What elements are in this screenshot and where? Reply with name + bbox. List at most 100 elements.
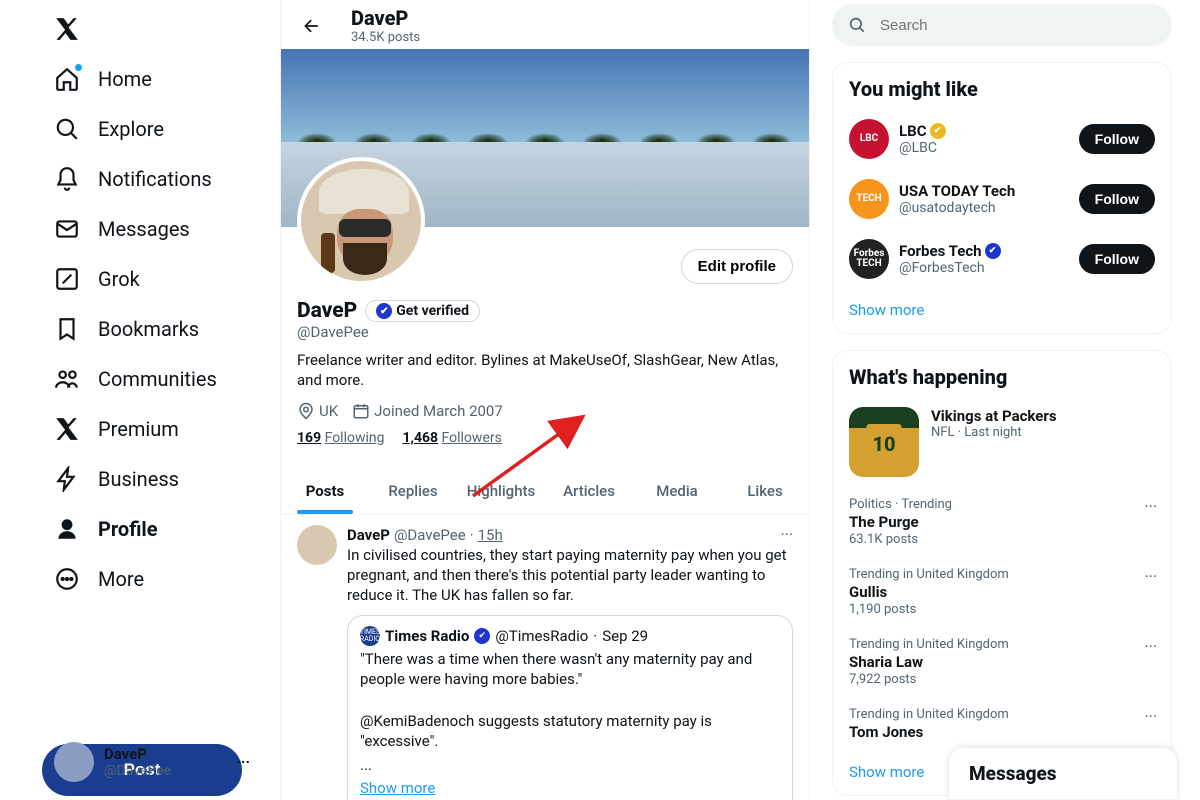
trend-item[interactable]: Trending in United KingdomTom Jones··· (833, 697, 1171, 751)
primary-nav: HomeExploreNotificationsMessagesGrokBook… (42, 54, 272, 732)
home-icon (54, 66, 80, 92)
tab-replies[interactable]: Replies (369, 468, 457, 514)
trend-title: Tom Jones (849, 723, 1155, 741)
nav-messages[interactable]: Messages (42, 204, 202, 254)
tab-posts[interactable]: Posts (281, 468, 369, 514)
nav-home[interactable]: Home (42, 54, 164, 104)
messages-drawer[interactable]: Messages (948, 747, 1178, 800)
person-icon (54, 516, 80, 542)
happening-title: What's happening (833, 361, 1171, 397)
profile-name: DaveP (297, 299, 357, 323)
suggestion-name: LBC ✔ (899, 122, 1069, 140)
suggestion-item[interactable]: TECH USA TODAY Tech @usatodaytech Follow (833, 169, 1171, 229)
suggestions-title: You might like (833, 73, 1171, 109)
avatar (54, 742, 94, 782)
nav-bookmarks[interactable]: Bookmarks (42, 304, 211, 354)
verified-icon: ✔ (985, 243, 1001, 259)
tab-media[interactable]: Media (633, 468, 721, 514)
trend-item[interactable]: Politics · TrendingThe Purge63.1K posts·… (833, 487, 1171, 557)
followers-link[interactable]: 1,468 Followers (402, 430, 501, 446)
quoted-author[interactable]: Times Radio (385, 627, 469, 645)
suggestion-item[interactable]: Forbes TECHForbes Tech ✔@ForbesTechFollo… (833, 229, 1171, 289)
tab-likes[interactable]: Likes (721, 468, 809, 514)
trend-more-button[interactable]: ··· (1144, 567, 1157, 586)
quoted-tweet[interactable]: TIMES RADIO Times Radio ✔ @TimesRadio · … (347, 615, 793, 800)
trend-category: Trending in United Kingdom (849, 707, 1155, 722)
quoted-date[interactable]: Sep 29 (602, 627, 648, 645)
trend-more-button[interactable]: ··· (1144, 707, 1157, 726)
edit-profile-button[interactable]: Edit profile (681, 249, 793, 284)
trend-category: Politics · Trending (849, 497, 1155, 512)
bookmark-icon (54, 316, 80, 342)
x-icon (54, 416, 80, 442)
suggestion-avatar: TECH (849, 179, 889, 219)
more-icon[interactable]: ··· (236, 753, 250, 771)
show-more-link[interactable]: Show more (360, 779, 435, 797)
search-input[interactable] (880, 17, 1156, 34)
tweet-more-button[interactable]: ··· (780, 525, 793, 544)
grok-icon (54, 266, 80, 292)
nav-explore[interactable]: Explore (42, 104, 176, 154)
nav-more[interactable]: More (42, 554, 156, 604)
more-icon (54, 566, 80, 592)
search-icon (848, 16, 866, 34)
nav-notifications[interactable]: Notifications (42, 154, 224, 204)
tweet[interactable]: DaveP @DavePee · 15h ··· In civilised co… (281, 515, 809, 800)
trend-more-button[interactable]: ··· (1144, 637, 1157, 656)
nav-communities[interactable]: Communities (42, 354, 229, 404)
hero-image (849, 407, 919, 477)
x-logo[interactable] (42, 4, 92, 54)
tweet-author[interactable]: DaveP (347, 526, 390, 544)
trend-item[interactable]: Trending in United KingdomGullis1,190 po… (833, 557, 1171, 627)
suggestion-handle: @usatodaytech (899, 200, 1069, 216)
verified-icon: ✔ (376, 303, 392, 319)
profile-topbar: DaveP 34.5K posts (281, 0, 809, 49)
suggestions-show-more[interactable]: Show more (833, 289, 1171, 331)
nav-business[interactable]: Business (42, 454, 191, 504)
suggestion-avatar: LBC (849, 119, 889, 159)
suggestion-handle: @ForbesTech (899, 260, 1069, 276)
trend-more-button[interactable]: ··· (1144, 497, 1157, 516)
trend-title: Gullis (849, 583, 1155, 601)
nav-premium[interactable]: Premium (42, 404, 191, 454)
profile-avatar[interactable] (297, 157, 425, 285)
trend-item[interactable]: Trending in United KingdomSharia Law7,92… (833, 627, 1171, 697)
profile-bio: Freelance writer and editor. Bylines at … (297, 351, 793, 390)
search-icon (54, 116, 80, 142)
verified-icon: ✔ (474, 628, 490, 644)
suggestion-name: USA TODAY Tech (899, 182, 1069, 200)
tweet-avatar[interactable] (297, 525, 337, 565)
quoted-text-2: @KemiBadenoch suggests statutory materni… (360, 712, 780, 752)
topbar-title: DaveP (351, 6, 420, 30)
location-icon (297, 402, 315, 420)
profile-handle: @DavePee (297, 323, 793, 341)
suggestion-name: Forbes Tech ✔ (899, 242, 1069, 260)
back-button[interactable] (295, 9, 329, 43)
quoted-handle[interactable]: @TimesRadio (495, 627, 588, 645)
trend-category: Trending in United Kingdom (849, 637, 1155, 652)
suggestion-handle: @LBC (899, 140, 1069, 156)
follow-button[interactable]: Follow (1079, 244, 1155, 274)
people-icon (54, 366, 80, 392)
trend-category: Trending in United Kingdom (849, 567, 1155, 582)
tweet-handle[interactable]: @DavePee (394, 526, 466, 544)
profile-location: UK (297, 402, 338, 420)
follow-button[interactable]: Follow (1079, 184, 1155, 214)
suggestion-item[interactable]: LBC LBC ✔@LBC Follow (833, 109, 1171, 169)
tweet-time[interactable]: 15h (478, 526, 503, 544)
tab-highlights[interactable]: Highlights (457, 468, 545, 514)
happening-panel: What's happening Vikings at Packers NFL … (832, 350, 1172, 796)
search-box[interactable] (832, 4, 1172, 46)
nav-grok[interactable]: Grok (42, 254, 152, 304)
account-switcher[interactable]: DaveP @DavePee ··· (42, 734, 262, 790)
nav-profile[interactable]: Profile (42, 504, 170, 554)
account-handle: @DavePee (104, 763, 236, 779)
follow-button[interactable]: Follow (1079, 124, 1155, 154)
following-link[interactable]: 169 Following (297, 430, 384, 446)
topbar-subtitle: 34.5K posts (351, 30, 420, 45)
tweet-text: In civilised countries, they start payin… (347, 546, 793, 605)
trend-title: Sharia Law (849, 653, 1155, 671)
get-verified-button[interactable]: ✔ Get verified (365, 300, 480, 322)
happening-hero[interactable]: Vikings at Packers NFL · Last night (833, 397, 1171, 487)
tab-articles[interactable]: Articles (545, 468, 633, 514)
